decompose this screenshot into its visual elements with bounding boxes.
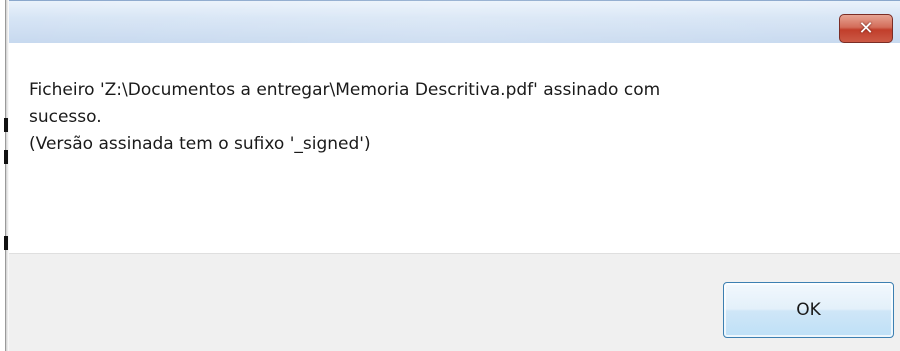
message-line: Ficheiro 'Z:\Documentos a entregar\Memor… — [29, 80, 661, 100]
close-button[interactable]: ✕ — [839, 14, 893, 43]
title-bar-gloss — [9, 0, 900, 43]
close-icon: ✕ — [858, 17, 874, 39]
ok-button-label: OK — [796, 300, 821, 320]
background-window-fragment — [4, 150, 8, 164]
message-dialog: ✕ Ficheiro 'Z:\Documentos a entregar\Mem… — [0, 0, 900, 351]
message-line: (Versão assinada tem o sufixo '_signed') — [29, 134, 371, 154]
message-line: sucesso. — [29, 107, 102, 127]
background-window-fragment — [4, 236, 8, 250]
ok-button[interactable]: OK — [723, 282, 894, 338]
background-window-fragment — [4, 118, 8, 132]
message-text: Ficheiro 'Z:\Documentos a entregar\Memor… — [29, 77, 859, 158]
window-left-edge — [0, 0, 9, 351]
